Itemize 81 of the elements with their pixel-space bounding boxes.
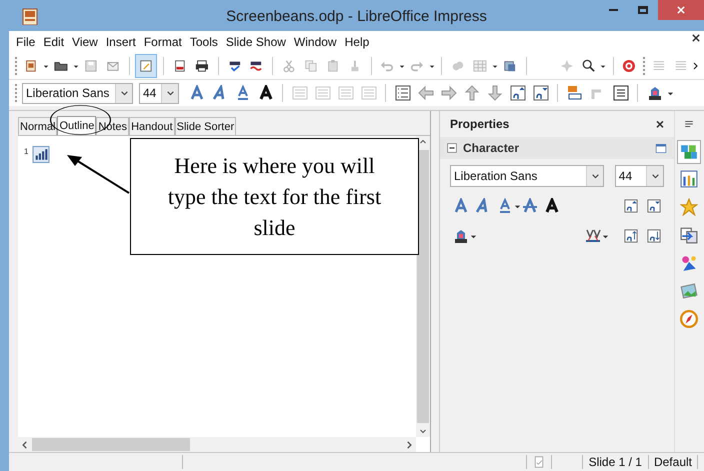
underline-icon[interactable] (497, 198, 513, 214)
chevron-down-icon (120, 88, 128, 98)
bar-chart-icon[interactable] (680, 170, 698, 188)
character-dialog-icon[interactable] (612, 85, 628, 101)
compass-icon[interactable] (680, 310, 698, 328)
printer-icon[interactable] (194, 58, 209, 74)
tab[interactable]: Outline (57, 116, 96, 135)
dropdown-button[interactable] (115, 84, 132, 102)
menu-item[interactable]: View (68, 33, 102, 51)
panel-title: Properties (450, 116, 510, 133)
vertical-scrollbar[interactable] (416, 136, 430, 437)
menu-item[interactable]: Slide Show (222, 33, 290, 51)
section-title: Character (463, 140, 520, 157)
menu-item[interactable]: Window (290, 33, 341, 51)
image-icon[interactable] (502, 58, 517, 74)
star-icon[interactable] (680, 198, 698, 216)
menu-item[interactable]: Help (340, 33, 374, 51)
font-size-field[interactable]: 44 (139, 82, 179, 104)
sidebar-size-field[interactable]: 44 (614, 165, 664, 187)
highlight-icon[interactable] (646, 85, 662, 101)
tab[interactable]: Slide Sorter (174, 117, 236, 135)
dropdown-button[interactable] (161, 84, 178, 102)
shrink-font-icon[interactable] (647, 199, 661, 213)
lifebuoy-icon[interactable] (622, 58, 636, 74)
superscript-icon[interactable] (510, 85, 526, 101)
slide-indicator: Slide 1 / 1 (588, 454, 643, 471)
chevron-down-icon (166, 88, 174, 98)
outline-text-icon[interactable] (188, 85, 204, 101)
window-title: Screenbeans.odp - LibreOffice Impress (226, 7, 487, 27)
tab[interactable]: Handout (129, 117, 175, 135)
tab[interactable]: Normal (18, 117, 58, 135)
slide-number: 1 (24, 146, 28, 158)
character-spacing-icon[interactable] (585, 228, 601, 244)
arrow-right-icon[interactable] (440, 85, 456, 101)
zoom-icon[interactable] (582, 58, 596, 74)
superscript-icon[interactable] (624, 229, 638, 243)
arrow-up-icon[interactable] (464, 85, 480, 101)
animation-icon[interactable] (680, 254, 698, 272)
bullet-list-icon[interactable] (394, 85, 410, 101)
subscript-icon[interactable] (647, 229, 661, 243)
strikethrough-icon[interactable] (522, 198, 538, 214)
dropdown-button[interactable] (646, 166, 663, 186)
slide-icon[interactable] (31, 146, 52, 163)
sidebar-font-field[interactable]: Liberation Sans (450, 165, 604, 187)
pdf-export-icon[interactable] (173, 58, 187, 74)
arrow-down-icon[interactable] (486, 85, 502, 101)
close-icon (691, 33, 701, 43)
menu-item[interactable]: Insert (102, 33, 140, 51)
layout-name: Default (652, 454, 693, 471)
close-icon (676, 5, 686, 15)
menu-item[interactable]: Format (140, 33, 186, 51)
app-icon (22, 6, 38, 24)
gallery-icon[interactable] (680, 282, 698, 300)
chevron-down-icon (650, 172, 660, 180)
menu-item[interactable]: File (12, 33, 40, 51)
horizontal-scrollbar[interactable] (18, 437, 416, 452)
fontwork-icon[interactable] (566, 85, 582, 101)
dropdown-button[interactable] (586, 166, 604, 186)
edit-mode-button[interactable] (136, 55, 156, 77)
more-options-icon[interactable] (655, 142, 667, 154)
collapse-icon[interactable] (447, 143, 457, 153)
menu-item[interactable]: Tools (186, 33, 222, 51)
highlight-icon[interactable] (453, 228, 469, 244)
grow-font-icon[interactable] (624, 199, 638, 213)
shadow-text-icon[interactable] (544, 198, 560, 214)
new-document-icon[interactable] (24, 58, 38, 74)
outline-text-icon[interactable] (453, 198, 469, 214)
callout-text: Here is where you will type the text for the first slide (166, 152, 382, 242)
menu-item[interactable]: Edit (39, 33, 68, 51)
properties-icon[interactable] (678, 141, 700, 163)
subscript-icon[interactable] (532, 85, 548, 101)
shadow-text-icon[interactable] (258, 85, 274, 101)
chevron-down-icon (590, 172, 600, 180)
close-panel-button[interactable]: × (656, 117, 664, 131)
arrow-left-icon[interactable] (418, 85, 434, 101)
sidebar-menu-icon[interactable] (684, 119, 694, 129)
font-name-field[interactable]: Liberation Sans (22, 82, 133, 104)
document-modified-icon (532, 455, 545, 469)
star-icon[interactable] (560, 58, 574, 74)
slide-transition-icon[interactable] (680, 226, 698, 244)
close-document-button[interactable] (691, 33, 701, 43)
